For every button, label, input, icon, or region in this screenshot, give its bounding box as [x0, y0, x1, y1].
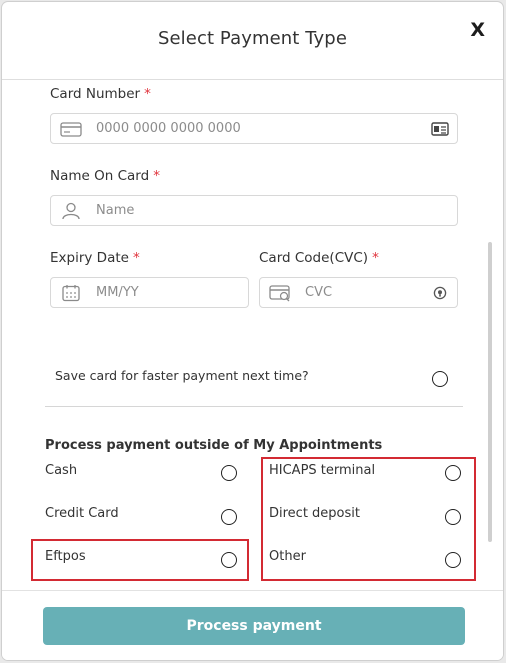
expiry-date-label: Expiry Date *: [50, 250, 140, 266]
name-on-card-input[interactable]: [96, 196, 427, 225]
expiry-date-label-text: Expiry Date: [50, 250, 129, 266]
cvc-field[interactable]: [259, 277, 458, 308]
required-asterisk: *: [132, 250, 140, 266]
scrollbar-thumb[interactable]: [488, 242, 492, 542]
card-number-field[interactable]: [50, 113, 458, 144]
section-divider: [45, 406, 463, 407]
required-asterisk: *: [144, 86, 151, 102]
outside-payment-title: Process payment outside of My Appointmen…: [45, 438, 383, 453]
option-label-cash: Cash: [45, 463, 78, 478]
modal-header: Select Payment Type X: [2, 2, 503, 80]
cvc-input[interactable]: [305, 278, 427, 307]
card-scan-icon[interactable]: [431, 122, 449, 136]
card-number-label-text: Card Number: [50, 86, 141, 102]
save-card-radio[interactable]: [432, 371, 448, 387]
credit-card-icon: [60, 122, 82, 137]
option-label-credit-card: Credit Card: [45, 506, 119, 521]
highlight-box-right-options: [261, 457, 476, 581]
save-card-label: Save card for faster payment next time?: [55, 368, 309, 383]
user-icon: [62, 202, 80, 220]
modal-title: Select Payment Type: [157, 28, 348, 49]
card-number-input[interactable]: [96, 114, 427, 143]
card-security-icon: [269, 285, 290, 302]
highlight-box-eftpos: [31, 539, 249, 581]
background-edge: [503, 135, 504, 149]
calendar-icon: [62, 285, 80, 302]
name-on-card-field[interactable]: [50, 195, 458, 226]
name-on-card-label-text: Name On Card: [50, 168, 150, 184]
required-asterisk: *: [153, 168, 160, 184]
option-radio-cash[interactable]: [221, 465, 237, 481]
required-asterisk: *: [372, 250, 379, 266]
process-payment-button[interactable]: Process payment: [43, 607, 465, 645]
card-number-label: Card Number *: [50, 86, 151, 102]
name-on-card-label: Name On Card *: [50, 168, 160, 184]
cvc-label-text: Card Code(CVC): [259, 250, 369, 266]
cvc-label: Card Code(CVC) *: [259, 250, 379, 266]
option-radio-credit-card[interactable]: [221, 509, 237, 525]
expiry-date-field[interactable]: [50, 277, 249, 308]
expiry-date-input[interactable]: [96, 278, 218, 307]
payment-modal: Select Payment Type X Card Number* Name …: [2, 2, 503, 660]
close-button[interactable]: X: [470, 18, 485, 42]
help-icon[interactable]: [431, 286, 449, 300]
